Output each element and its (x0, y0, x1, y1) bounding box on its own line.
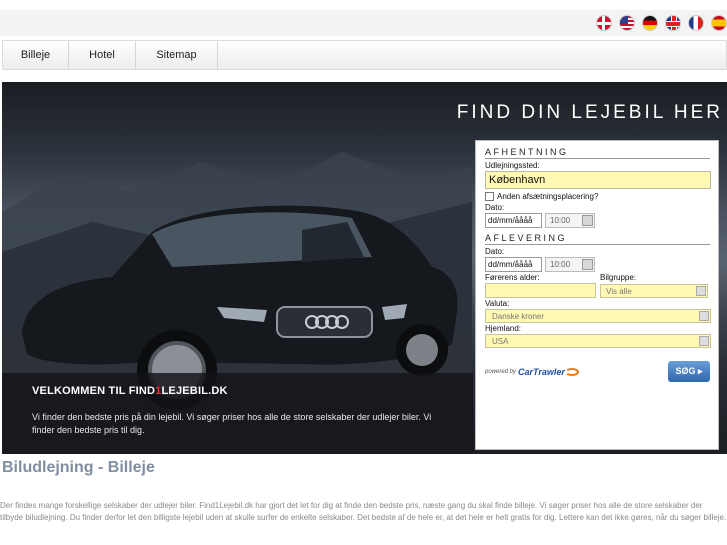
language-selector (596, 15, 727, 31)
other-return-label: Anden afsætningsplacering? (497, 192, 599, 201)
return-heading: AFLEVERING (485, 231, 710, 245)
car-group-value: Vis alle (606, 286, 632, 296)
pickup-heading: AFHENTNING (485, 145, 710, 159)
chevron-down-icon (696, 285, 706, 296)
return-date-input[interactable]: dd/mm/åååå (485, 257, 542, 272)
main-nav: Billeje Hotel Sitemap (2, 40, 727, 70)
currency-value: Danske kroner (492, 312, 545, 321)
hero-title: FIND DIN LEJEBIL HER (456, 102, 723, 123)
page-title: Biludlejning - Billeje (2, 459, 155, 476)
location-input[interactable]: København (485, 171, 711, 189)
pickup-date-input[interactable]: dd/mm/åååå (485, 213, 542, 228)
country-value: USA (492, 337, 509, 346)
intro-text: Der findes mange forskellige selskaber d… (0, 501, 727, 522)
other-return-row: Anden afsætningsplacering? (485, 191, 710, 202)
return-date-label: Dato: (485, 247, 505, 256)
chevron-down-icon (582, 215, 593, 226)
flag-france-icon[interactable] (688, 15, 704, 31)
chevron-down-icon (582, 259, 593, 270)
pickup-time-value: 10:00 (550, 216, 571, 225)
driver-age-input[interactable] (485, 283, 596, 298)
page: Billeje Hotel Sitemap FIND DIN LEJEBIL H… (0, 0, 727, 545)
swoosh-icon (564, 367, 579, 376)
return-date-row: dd/mm/åååå 10:00 (485, 257, 710, 272)
nav-item-hotel[interactable]: Hotel (69, 41, 136, 69)
welcome-title-post: LEJEBIL.DK (161, 385, 228, 397)
location-label: Udlejningssted: (485, 161, 540, 170)
currency-select[interactable]: Danske kroner (485, 309, 711, 323)
currency-label: Valuta: (485, 299, 510, 308)
country-label: Hjemland: (485, 324, 522, 333)
age-group-labels: Førerens alder: Bilgruppe: (485, 272, 710, 283)
welcome-title: VELKOMMEN TIL FIND1LEJEBIL.DK (32, 385, 443, 397)
flag-uk-icon[interactable] (665, 15, 681, 31)
powered-by-text: powered by (485, 368, 517, 375)
powered-by-logo: powered by CarTrawler (485, 367, 579, 377)
pickup-date-row: dd/mm/åååå 10:00 (485, 213, 710, 228)
country-select[interactable]: USA (485, 334, 711, 348)
nav-item-billeje[interactable]: Billeje (3, 41, 69, 69)
flag-spain-icon[interactable] (711, 15, 727, 31)
flag-usa-icon[interactable] (619, 15, 635, 31)
car-group-label: Bilgruppe: (600, 273, 637, 282)
welcome-text: Vi finder den bedste pris på din lejebil… (32, 412, 432, 435)
age-group-row: Vis alle (485, 283, 710, 298)
rental-search-form: AFHENTNING Udlejningssted: København And… (475, 140, 719, 450)
search-button[interactable]: SØG ▸ (668, 361, 710, 382)
return-time-value: 10:00 (550, 260, 571, 269)
driver-age-label: Førerens alder: (485, 273, 540, 282)
cartrawler-logo: CarTrawler (518, 366, 565, 377)
car-group-select[interactable]: Vis alle (600, 283, 708, 298)
flag-germany-icon[interactable] (642, 15, 658, 31)
other-return-checkbox[interactable] (485, 192, 494, 201)
nav-item-sitemap[interactable]: Sitemap (136, 41, 218, 69)
pickup-time-select[interactable]: 10:00 (545, 213, 595, 228)
pickup-date-label: Dato: (485, 203, 505, 212)
form-footer: powered by CarTrawler SØG ▸ (485, 361, 710, 382)
chevron-down-icon (699, 311, 709, 321)
welcome-title-pre: VELKOMMEN TIL FIND (32, 385, 156, 397)
return-time-select[interactable]: 10:00 (545, 257, 595, 272)
flag-denmark-icon[interactable] (596, 15, 612, 31)
hero-banner: FIND DIN LEJEBIL HER VELKOMMEN TIL FIND1… (2, 82, 727, 454)
welcome-box: VELKOMMEN TIL FIND1LEJEBIL.DK Vi finder … (2, 373, 473, 454)
chevron-down-icon (699, 336, 709, 346)
